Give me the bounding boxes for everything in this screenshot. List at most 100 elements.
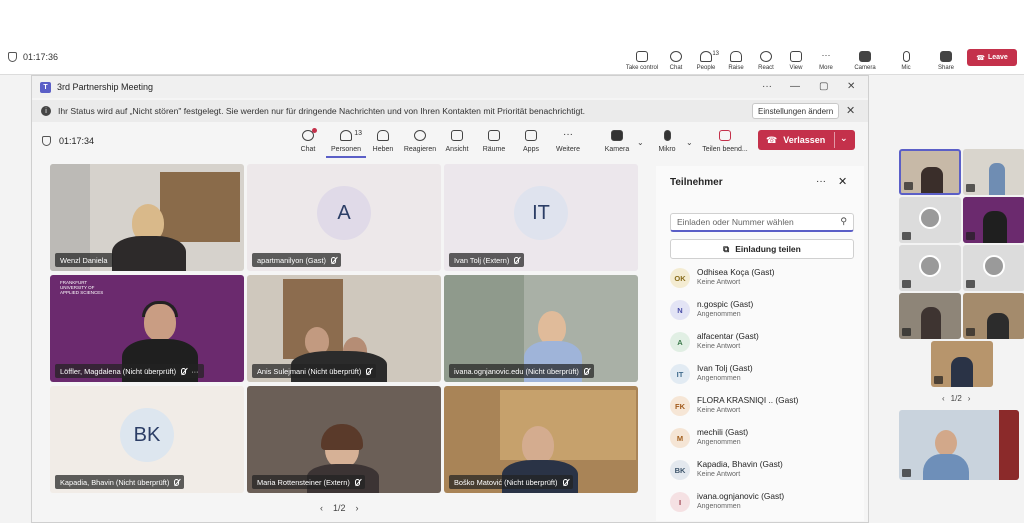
view-icon [790,51,802,62]
apps-button[interactable]: Apps [511,128,551,158]
thumbnail-tile[interactable] [899,293,961,339]
outer-more-button[interactable]: ··· More [808,45,844,72]
self-view-tile[interactable] [899,410,1019,480]
video-tile[interactable]: A apartmanilyon (Gast) [247,164,441,271]
phone-hangup-icon: ☎ [766,134,778,145]
panel-close-button[interactable]: ✕ [838,175,847,188]
muted-mic-icon [174,478,180,486]
leave-button[interactable]: ☎ Verlassen ⌄ [758,130,855,150]
video-tile[interactable]: Boško Matović (Nicht überprüft) [444,386,638,493]
participant-item[interactable]: Iivana.ognjanovic (Gast) Angenommen [670,488,858,516]
camera-icon [611,130,623,141]
raise-hand-button[interactable]: Heben [363,128,403,158]
outer-leave-button[interactable]: ☎ Leave [967,49,1017,66]
window-minimize-button[interactable]: — [790,81,800,92]
video-tile[interactable]: Anis Sulejmani (Nicht überprüft) [247,275,441,382]
video-tile[interactable]: FRANKFURT UNIVERSITY OF APPLIED SCIENCES… [50,275,244,382]
stop-share-button[interactable]: Teilen beend... [702,128,748,158]
strip-prev-button[interactable]: ‹ [942,394,945,403]
thumbnail-tile[interactable] [963,149,1024,195]
camera-button[interactable]: Kamera [597,128,637,158]
react-icon [760,51,772,62]
outer-camera-button[interactable]: Camera [847,45,883,71]
bookshelf-image [500,390,636,460]
participant-name: FLORA KRASNIQI .. (Gast) [697,395,799,405]
video-tile[interactable]: BK Kapadia, Bhavin (Nicht überprüft) [50,386,244,493]
muted-mic-icon [181,367,187,375]
participant-avatar: IT [670,364,690,384]
participant-item[interactable]: Mmechili (Gast) Angenommen [670,424,858,452]
outer-timer-text: 01:17:36 [23,52,59,62]
video-tile[interactable]: IT Ivan Tolj (Extern) [444,164,638,271]
thumbnail-tile[interactable] [899,245,961,291]
chat-button[interactable]: Chat [288,128,328,158]
shield-icon [8,52,17,62]
muted-mic-icon [366,367,372,375]
thumbnail-tile[interactable] [899,197,961,243]
chat-icon [302,128,317,141]
camera-options-chevron-icon[interactable]: ⌄ [637,138,644,147]
rooms-button[interactable]: Räume [474,128,514,158]
banner-close-button[interactable]: ✕ [846,104,855,117]
participant-item[interactable]: IT Ivan Tolj (Gast) Angenommen [670,360,858,388]
participant-name: Kapadia, Bhavin (Gast) [697,459,783,469]
panel-title: Teilnehmer [670,177,723,188]
muted-mic-icon [902,328,911,336]
panel-more-button[interactable]: ··· [816,176,826,187]
thumbnail-tile[interactable] [963,293,1024,339]
video-tile[interactable]: Maria Rottensteiner (Extern) [247,386,441,493]
chat-icon [670,51,682,62]
participant-item[interactable]: Aalfacentar (Gast) Keine Antwort [670,328,858,356]
tile-name-label: Kapadia, Bhavin (Nicht überprüft) [55,475,185,489]
participant-item[interactable]: BK Kapadia, Bhavin (Gast) Keine Antwort [670,456,858,484]
participant-name: mechili (Gast) [697,427,749,437]
outer-mic-button[interactable]: Mic [888,45,924,71]
participant-status: Keine Antwort [697,407,741,414]
participant-item[interactable]: Nn.gospic (Gast) Angenommen [670,296,858,324]
window-more-button[interactable]: ··· [762,81,772,92]
outer-take-control-button[interactable]: Take control [624,45,660,71]
tile-name-label: apartmanilyon (Gast) [252,253,342,267]
tile-name-label: Löffler, Magdalena (Nicht überprüft) ··· [55,364,204,378]
thumbnail-tile[interactable] [963,197,1024,243]
participant-status: Keine Antwort [697,471,741,478]
participant-status: Angenommen [697,503,741,510]
grid-prev-button[interactable]: ‹ [320,503,323,513]
thumbnail-tile[interactable] [931,341,993,387]
grid-next-button[interactable]: › [356,503,359,513]
participant-avatar: A [317,186,371,241]
muted-mic-icon [902,469,911,477]
thumbnail-tile[interactable] [899,149,961,195]
video-tile[interactable]: Wenzl Daniela [50,164,244,271]
window-close-button[interactable]: ✕ [847,81,855,92]
window-maximize-button[interactable]: ▢ [819,81,828,92]
participant-figure [983,211,1007,243]
generic-avatar-icon [983,254,1005,277]
react-button[interactable]: Reagieren [400,128,440,158]
invite-input[interactable]: Einladen oder Nummer wählen ⚲ [670,213,854,232]
share-invite-button[interactable]: ⧉ Einladung teilen [670,239,854,259]
meeting-timer: 01:17:34 [42,136,94,146]
participant-avatar: OK [670,268,690,288]
change-settings-button[interactable]: Einstellungen ändern [752,103,840,119]
muted-mic-icon [514,256,520,264]
people-button[interactable]: 13 Personen [326,128,366,158]
mic-button[interactable]: Mikro [647,128,687,158]
strip-next-button[interactable]: › [968,394,971,403]
more-actions-button[interactable]: ··· Weitere [548,128,588,158]
bookshelf-image [160,172,240,242]
thumbnail-tile[interactable] [963,245,1024,291]
strip-page-indicator: 1/2 [950,394,962,403]
leave-options-chevron-icon[interactable]: ⌄ [840,133,848,144]
tile-name-label: Wenzl Daniela [55,253,113,267]
video-tile[interactable]: ivana.ognjanovic.edu (Nicht überprüft) [444,275,638,382]
outer-share-button[interactable]: Share [928,45,964,71]
view-button[interactable]: Ansicht [437,128,477,158]
participant-item[interactable]: OK Odhisea Koça (Gast) Keine Antwort [670,264,858,292]
mic-options-chevron-icon[interactable]: ⌄ [686,138,693,147]
muted-mic-icon [354,478,360,486]
muted-mic-icon [966,328,975,336]
tile-more-button[interactable]: ··· [191,367,198,376]
participant-item[interactable]: FK FLORA KRASNIQI .. (Gast) Keine Antwort [670,392,858,420]
window-title: 3rd Partnership Meeting [57,82,154,92]
